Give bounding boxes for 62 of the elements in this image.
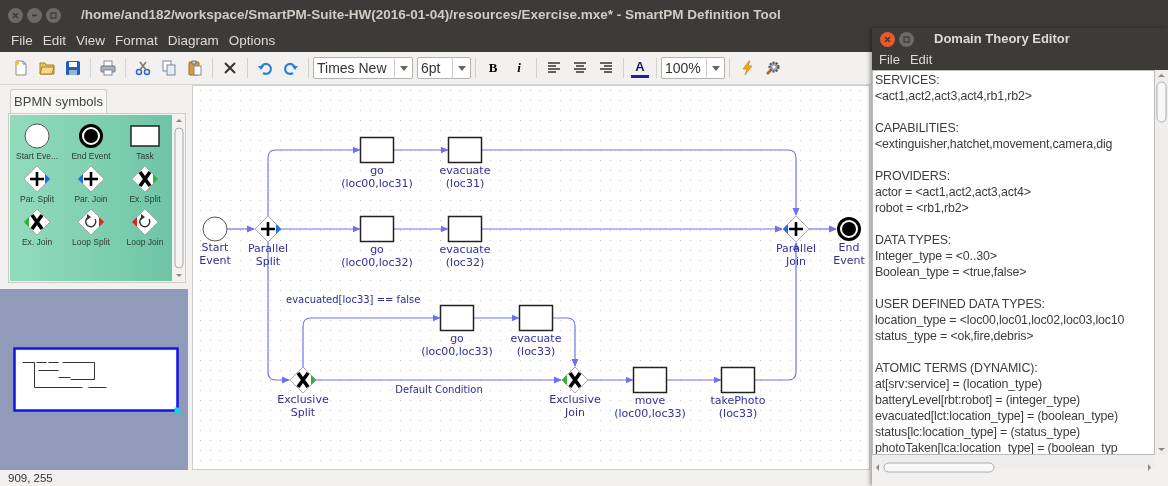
font-size-select[interactable]: 6pt [417,57,471,79]
palette-item[interactable]: Loop Join [118,206,172,247]
section-heading: SERVICES: [875,72,941,88]
node-label: Start Event [199,241,231,267]
section-heading: USER DEFINED DATA TYPES: [875,296,1046,312]
palette-item[interactable]: Loop Split [64,206,118,247]
text-line: photoTaken[lca:location_type] = (boolean_typ [875,440,1119,454]
palette-item[interactable]: Start Eve... [10,120,64,161]
menu-item[interactable]: File [876,50,903,70]
palette-tab[interactable]: BPMN symbols [10,89,107,113]
text-line: batteryLevel[rbt:robot] = (integer_type) [875,392,1082,408]
menu-item[interactable]: Diagram [164,30,222,52]
palette-item[interactable]: Task [118,120,172,161]
text-line: <act1,act2,act3,act4,rb1,rb2> [875,88,1033,104]
node-label: evacuate (loc31) [439,163,491,190]
condition-label: Default Condition [395,384,483,395]
zoom-select[interactable]: 100% [661,57,725,79]
palette-item[interactable]: Ex. Join [10,206,64,247]
palette-item[interactable]: Par. Join [64,163,118,204]
palette-item[interactable]: Ex. Split [118,163,172,204]
node-label: Parallel Split [247,242,289,268]
section-heading: DATA TYPES: [875,232,953,248]
section-heading: PROVIDERS: [875,168,951,184]
palette-item[interactable]: Par. Split [10,163,64,204]
text-line: status[lc:location_type] = (status_type) [875,424,1082,440]
menu-item[interactable]: Options [225,30,279,52]
text-line: <extinguisher,hatchet,movement,camera,dig [875,136,1114,152]
menu-item[interactable]: View [73,30,109,52]
node-label: Parallel Join [775,242,817,268]
window-title: /home/and182/workspace/SmartPM-Suite-HW(2016-01-04)/resources/Exercise.mxe* - SmartPM Definition Tool [81,5,781,24]
node-label: End Event [833,241,865,267]
text-line: at[srv:service] = (location_type) [875,376,1043,392]
font-color-button[interactable]: A [631,58,649,78]
text-line: location_type = <loc00,loc01,loc02,loc03,loc10 [875,312,1126,328]
window-title: Domain Theory Editor [934,30,1070,49]
node-label: go (loc00,loc31) [341,163,413,190]
text-line: robot = <rb1,rb2> [875,200,970,216]
menu-item[interactable]: Edit [906,50,936,70]
palette-item[interactable]: End Event [64,120,118,161]
node-label: Exclusive Join [549,393,601,419]
text-line: actor = <act1,act2,act3,act4> [875,184,1032,200]
text-line: evacuated[lct:location_type] = (boolean_type) [875,408,1119,424]
status-text: 909, 255 [7,471,54,486]
menu-item[interactable]: Edit [39,30,70,52]
menu-item[interactable]: File [8,30,36,52]
section-heading: ATOMIC TERMS (DYNAMIC): [875,360,1039,376]
text-line: Boolean_type = <true,false> [875,264,1028,280]
text-line: status_type = <ok,fire,debris> [875,328,1035,344]
node-label: evacuate (loc33) [510,331,562,358]
node-label: go (loc00,loc32) [341,242,413,269]
node-label: go (loc00,loc33) [421,331,493,358]
font-select[interactable]: Times New [313,57,413,79]
condition-label: evacuated[loc33] == false [286,294,421,305]
node-label: Exclusive Split [277,393,329,419]
bold-button[interactable]: B [481,56,505,80]
text-line: Integer_type = <0..30> [875,248,998,264]
menu-item[interactable]: Format [112,30,161,52]
section-heading: CAPABILITIES: [875,120,960,136]
node-label: takePhoto (loc33) [710,393,766,420]
node-label: evacuate (loc32) [439,242,491,269]
node-label: move (loc00,loc33) [614,393,686,420]
italic-button[interactable]: i [507,56,531,80]
